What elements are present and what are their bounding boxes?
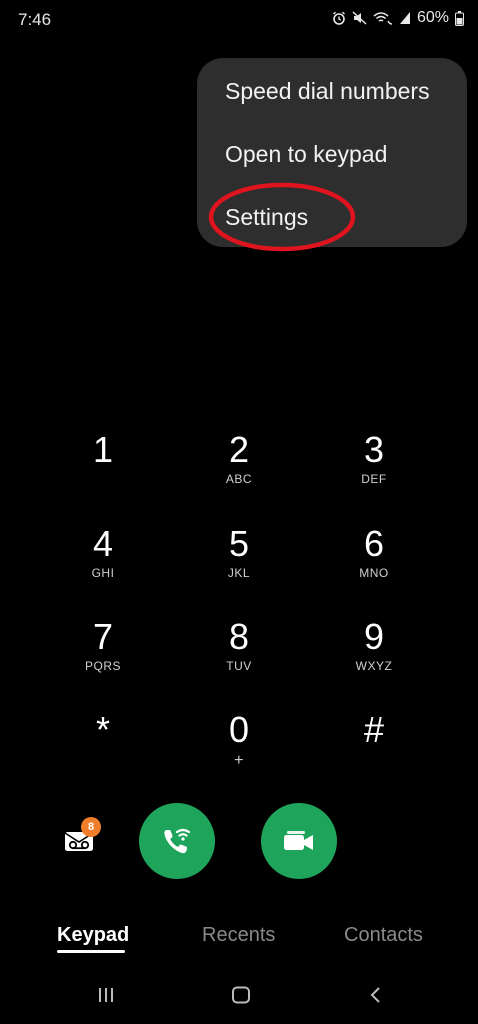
key-3[interactable]: 3 DEF <box>314 430 434 510</box>
home-icon <box>232 986 250 1004</box>
key-0[interactable]: 0 + <box>179 710 299 790</box>
key-digit: 3 <box>363 429 385 470</box>
video-camera-icon <box>284 831 313 850</box>
key-star[interactable]: * <box>43 710 163 790</box>
key-5[interactable]: 5 JKL <box>179 524 299 604</box>
nav-back-button[interactable] <box>366 985 386 1010</box>
wifi-calling-icon <box>373 11 393 25</box>
key-digit: 4 <box>92 523 114 564</box>
key-1[interactable]: 1 <box>43 430 163 510</box>
key-letters: MNO <box>359 566 389 580</box>
key-letters: + <box>234 752 244 769</box>
key-4[interactable]: 4 GHI <box>43 524 163 604</box>
status-time: 7:46 <box>18 10 52 29</box>
key-digit: 8 <box>228 616 250 657</box>
key-digit: 1 <box>92 429 114 470</box>
key-6[interactable]: 6 MNO <box>314 524 434 604</box>
alarm-icon <box>332 11 346 25</box>
key-digit: 2 <box>228 429 250 470</box>
key-2[interactable]: 2 ABC <box>179 430 299 510</box>
status-bar: 7:46 60% <box>0 0 478 44</box>
key-letters: ABC <box>225 472 253 486</box>
mute-icon <box>352 11 367 25</box>
key-letters: GHI <box>91 566 115 580</box>
key-digit: # <box>363 709 385 750</box>
tab-contacts[interactable]: Contacts <box>344 924 423 947</box>
voicemail-badge: 8 <box>81 817 101 837</box>
key-letters: WXYZ <box>355 659 393 673</box>
nav-recents-button[interactable] <box>96 985 116 1010</box>
key-digit: 9 <box>363 616 385 657</box>
wifi-call-icon <box>164 828 191 854</box>
menu-item-settings[interactable]: Settings <box>225 204 308 231</box>
key-letters: PQRS <box>84 659 121 673</box>
key-digit: 5 <box>228 523 250 564</box>
tab-active-indicator <box>57 950 125 953</box>
menu-item-open-to-keypad[interactable]: Open to keypad <box>225 141 387 168</box>
back-chevron-icon <box>370 987 380 1003</box>
key-9[interactable]: 9 WXYZ <box>314 617 434 697</box>
tab-keypad[interactable]: Keypad <box>57 924 129 947</box>
key-8[interactable]: 8 TUV <box>179 617 299 697</box>
tab-recents[interactable]: Recents <box>202 924 275 947</box>
battery-icon <box>455 10 464 26</box>
video-call-button[interactable] <box>261 803 337 879</box>
key-letters: TUV <box>226 659 252 673</box>
wifi-call-button[interactable] <box>139 803 215 879</box>
key-7[interactable]: 7 PQRS <box>43 617 163 697</box>
overflow-menu: Speed dial numbers Open to keypad Settin… <box>197 58 467 247</box>
key-digit: 7 <box>92 616 114 657</box>
recent-apps-icon <box>99 988 113 1002</box>
key-digit: 0 <box>228 709 250 750</box>
battery-text: 60% <box>416 9 449 26</box>
key-digit: 6 <box>363 523 385 564</box>
menu-item-speed-dial[interactable]: Speed dial numbers <box>225 78 430 105</box>
nav-home-button[interactable] <box>231 985 251 1010</box>
key-hash[interactable]: # <box>314 710 434 790</box>
status-icons: 60% <box>332 9 464 27</box>
key-digit: * <box>95 709 110 750</box>
key-letters: JKL <box>227 566 251 580</box>
signal-icon <box>399 11 411 25</box>
key-letters: DEF <box>361 472 387 486</box>
